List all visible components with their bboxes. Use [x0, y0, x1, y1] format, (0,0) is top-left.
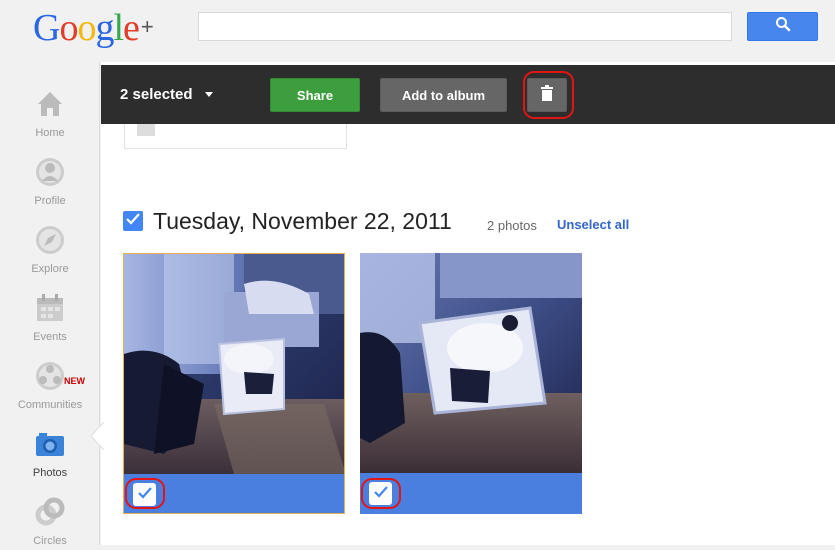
sidebar-item-explore[interactable]: Explore — [0, 210, 100, 278]
sidebar-item-home[interactable]: Home — [0, 74, 100, 142]
sidebar-item-circles[interactable]: Circles — [0, 482, 100, 550]
home-icon — [34, 88, 66, 120]
compass-icon — [34, 224, 66, 256]
date-group-checkbox[interactable] — [123, 211, 143, 231]
delete-button[interactable] — [527, 78, 567, 112]
sidebar-item-label: Home — [35, 127, 65, 139]
sidebar-item-events[interactable]: Events — [0, 278, 100, 346]
logo-letter: o — [77, 7, 96, 49]
top-bar: Google+ — [0, 0, 835, 62]
photo-checkbox[interactable] — [369, 482, 392, 505]
search-icon — [775, 16, 791, 37]
photo-tile[interactable] — [123, 253, 345, 514]
calendar-icon — [34, 292, 66, 324]
sidebar-item-photos[interactable]: Photos — [0, 414, 100, 482]
photo-checkbox[interactable] — [133, 483, 156, 506]
logo-letter: g — [95, 7, 114, 49]
search-input[interactable] — [198, 12, 732, 41]
circles-icon — [34, 496, 66, 528]
sidebar-item-label: Circles — [33, 535, 67, 547]
communities-icon — [34, 360, 66, 392]
sidebar-item-label: Profile — [34, 195, 66, 207]
photo-count: 2 photos — [487, 218, 537, 233]
checkmark-icon — [373, 485, 388, 503]
unselect-all-link[interactable]: Unselect all — [557, 217, 629, 232]
sidebar-item-communities[interactable]: Communities — [0, 346, 100, 414]
checkmark-icon — [137, 486, 152, 504]
selection-action-bar: 2 selected Share Add to album — [101, 65, 835, 124]
logo-letter: l — [113, 7, 124, 49]
sidebar-nav: Home Profile Explore Events Communities … — [0, 62, 100, 547]
photo-thumbnail[interactable] — [124, 254, 344, 474]
logo-letter: o — [59, 7, 78, 49]
share-button[interactable]: Share — [270, 78, 360, 112]
sidebar-item-label: Photos — [32, 467, 68, 479]
logo-plus: + — [140, 14, 154, 39]
date-group-title: Tuesday, November 22, 2011 — [153, 208, 452, 234]
photo-tile[interactable] — [360, 253, 582, 514]
trash-icon — [541, 84, 553, 106]
search-button[interactable] — [747, 12, 818, 41]
checkmark-icon — [126, 212, 140, 230]
sidebar-item-label: Events — [33, 331, 67, 343]
new-badge: NEW — [64, 376, 85, 386]
sidebar-item-label: Explore — [31, 263, 69, 275]
camera-icon — [34, 428, 66, 460]
active-nav-pointer — [90, 422, 104, 450]
profile-icon — [34, 156, 66, 188]
sidebar-item-profile[interactable]: Profile — [0, 142, 100, 210]
google-plus-logo[interactable]: Google+ — [33, 5, 154, 50]
selected-count-dropdown[interactable]: 2 selected — [120, 86, 193, 103]
photo-thumbnail[interactable] — [360, 253, 582, 473]
previous-photo-checkbox[interactable] — [137, 124, 155, 136]
logo-wordmark: Google — [33, 7, 140, 49]
chevron-down-icon[interactable] — [205, 92, 213, 97]
add-to-album-button[interactable]: Add to album — [380, 78, 507, 112]
logo-letter: e — [123, 7, 140, 49]
previous-photo-tile[interactable] — [124, 124, 347, 149]
sidebar-item-label: Communities — [17, 399, 83, 411]
logo-letter: G — [33, 7, 60, 49]
